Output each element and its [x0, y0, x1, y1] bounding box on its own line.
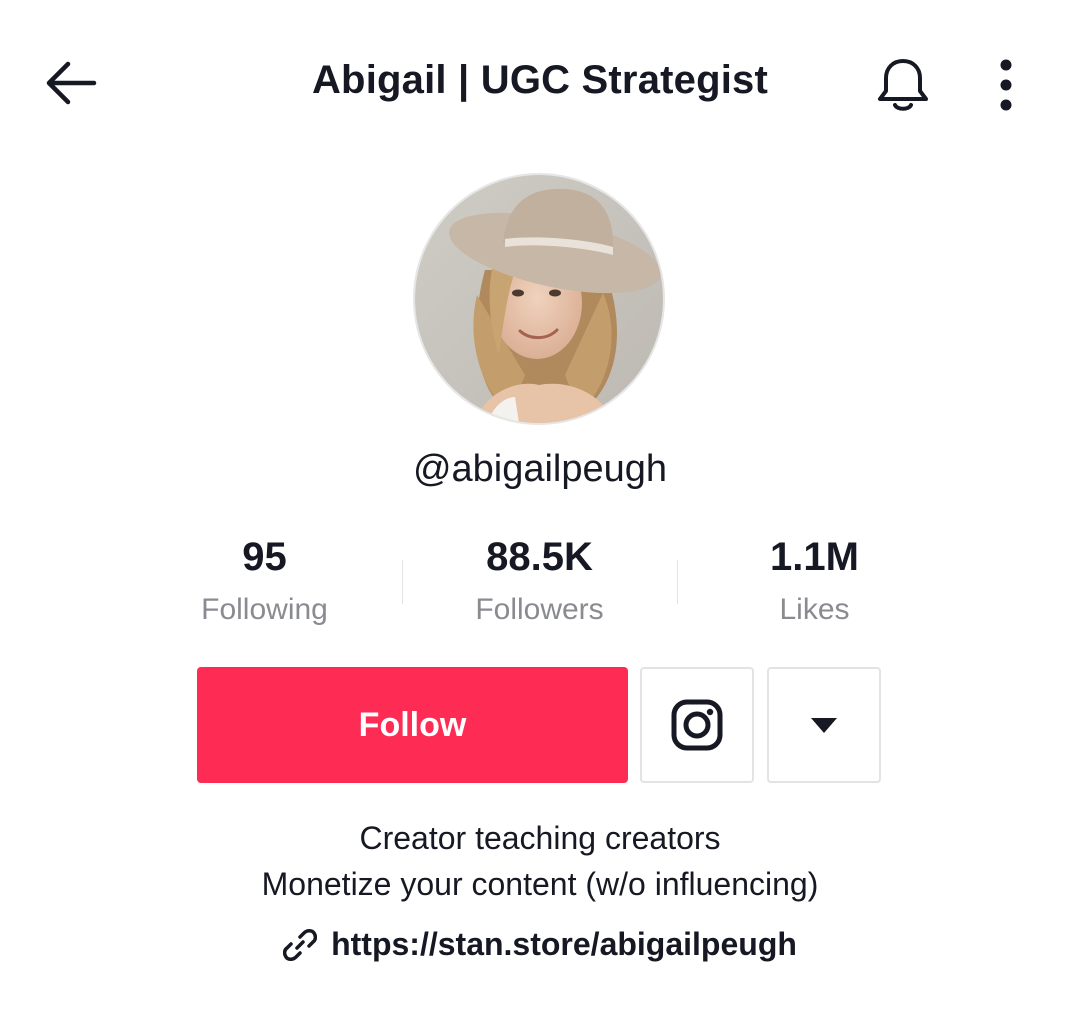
more-actions-dropdown-button[interactable]	[767, 667, 881, 783]
caret-down-icon	[811, 718, 837, 733]
instagram-icon	[671, 699, 723, 751]
stat-divider	[402, 560, 403, 604]
stat-label: Followers	[475, 593, 604, 626]
stat-likes[interactable]: 1.1M Likes	[677, 530, 952, 640]
stat-value: 95	[242, 535, 287, 579]
top-bar: Abigail | UGC Strategist	[0, 0, 1080, 170]
follow-button[interactable]: Follow	[197, 667, 628, 783]
stat-followers[interactable]: 88.5K Followers	[402, 530, 677, 640]
bio-link[interactable]: https://stan.store/abigailpeugh	[0, 926, 1080, 963]
link-icon	[283, 928, 318, 961]
stat-label: Following	[201, 593, 328, 626]
notification-button[interactable]	[868, 50, 938, 120]
more-options-button[interactable]	[980, 50, 1032, 120]
profile-page: Abigail | UGC Strategist @abigailpeugh 9…	[0, 0, 1080, 1034]
username-handle: @abigailpeugh	[412, 448, 668, 490]
bio-line: Monetize your content (w/o influencing)	[261, 866, 819, 902]
stat-value: 1.1M	[770, 535, 859, 579]
stat-following[interactable]: 95 Following	[127, 530, 402, 640]
profile-stats: 95 Following 88.5K Followers 1.1M Likes	[127, 530, 953, 640]
avatar[interactable]	[413, 173, 665, 425]
bio-line: Creator teaching creators	[359, 820, 721, 856]
instagram-button[interactable]	[640, 667, 754, 783]
more-vertical-icon	[1000, 59, 1012, 111]
profile-photo	[415, 175, 663, 423]
bio: Creator teaching creators Monetize your …	[0, 815, 1080, 907]
stat-label: Likes	[779, 593, 850, 626]
stat-value: 88.5K	[486, 535, 593, 579]
bell-icon	[878, 59, 928, 111]
stat-divider	[677, 560, 678, 604]
bio-link-text: https://stan.store/abigailpeugh	[331, 926, 797, 962]
